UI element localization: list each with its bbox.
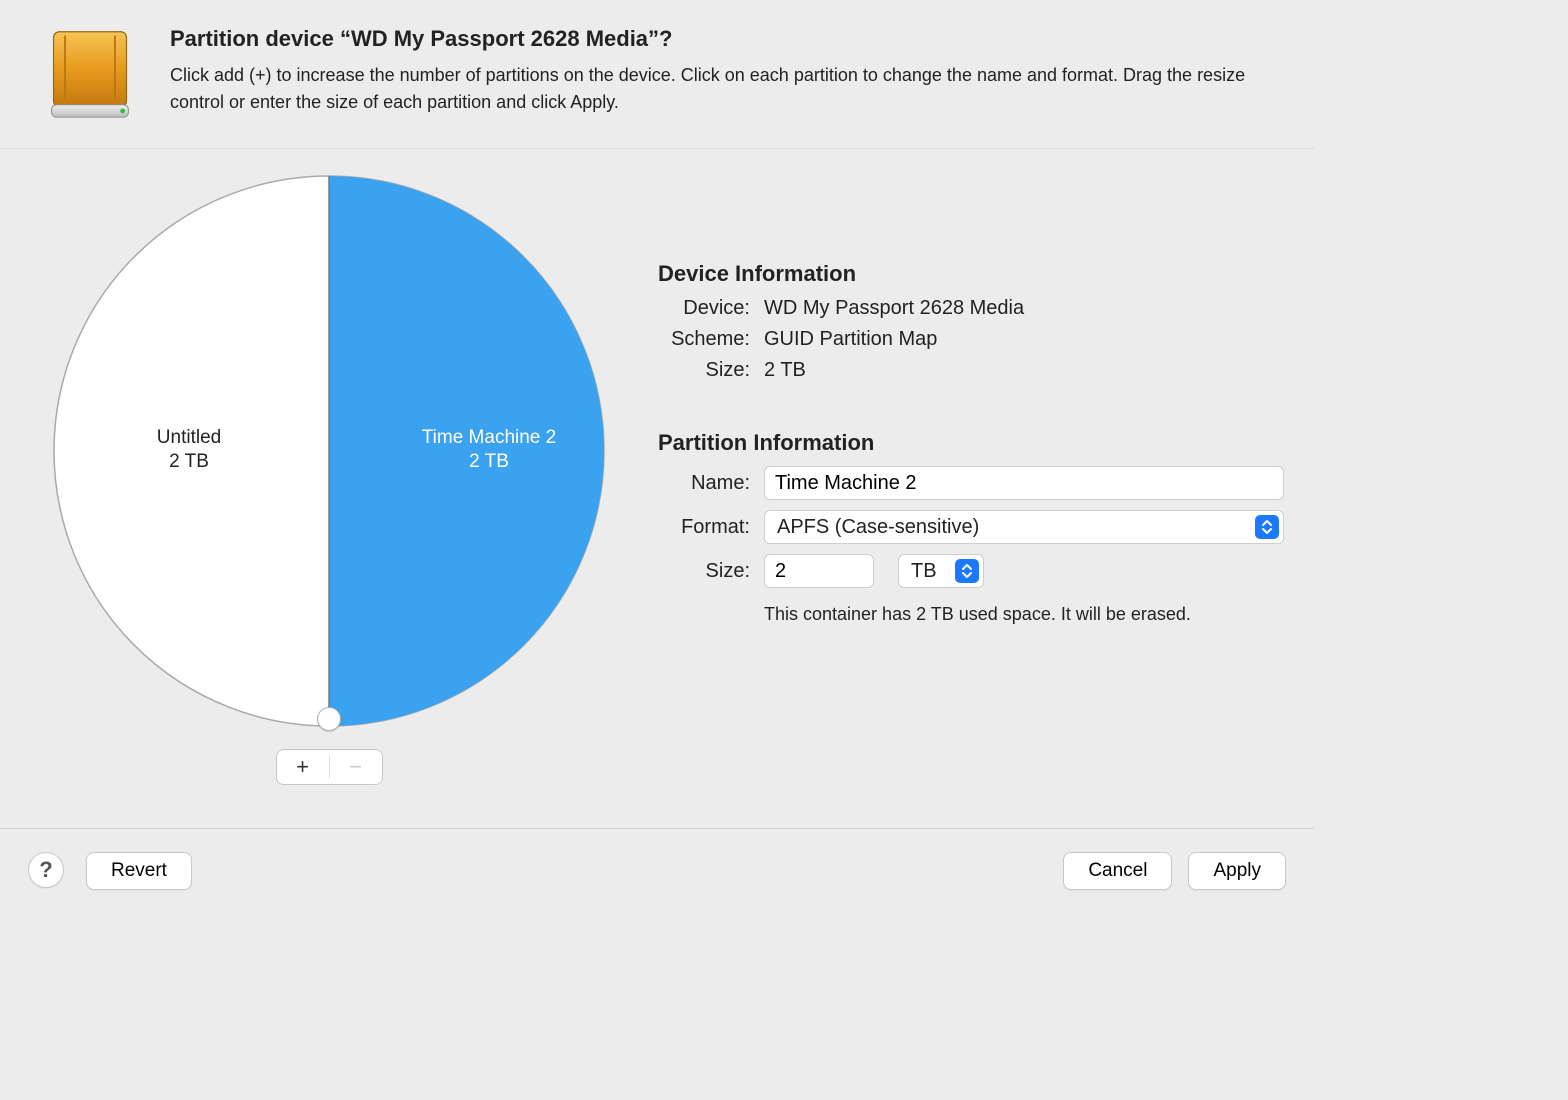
size-unit-value: TB bbox=[911, 560, 937, 583]
dialog-footer: ? Revert Cancel Apply bbox=[0, 828, 1314, 912]
psize-label: Size: bbox=[658, 560, 750, 583]
dialog-header: Partition device “WD My Passport 2628 Me… bbox=[0, 0, 1314, 149]
scheme-value: GUID Partition Map bbox=[764, 328, 937, 351]
partition-name-input[interactable] bbox=[764, 466, 1284, 500]
device-label: Device: bbox=[658, 297, 750, 320]
device-info-heading: Device Information bbox=[658, 261, 1284, 287]
revert-button[interactable]: Revert bbox=[86, 852, 192, 890]
help-button[interactable]: ? bbox=[28, 852, 64, 888]
partition-size-unit-select[interactable]: TB bbox=[898, 554, 984, 588]
partition-format-select[interactable]: APFS (Case-sensitive) bbox=[764, 510, 1284, 544]
chevron-updown-icon bbox=[1255, 515, 1279, 539]
size-label: Size: bbox=[658, 359, 750, 382]
partition-resize-handle[interactable] bbox=[317, 707, 341, 731]
partition-pie-chart[interactable] bbox=[49, 171, 609, 731]
partition-info-heading: Partition Information bbox=[658, 430, 1284, 456]
drive-icon bbox=[40, 26, 140, 126]
size-value: 2 TB bbox=[764, 359, 806, 382]
dialog-description: Click add (+) to increase the number of … bbox=[170, 62, 1282, 116]
format-label: Format: bbox=[658, 516, 750, 539]
minus-icon: − bbox=[349, 754, 362, 780]
chevron-updown-icon bbox=[955, 559, 979, 583]
partition-pie-area: Untitled 2 TB Time Machine 2 2 TB + − bbox=[30, 171, 628, 785]
name-label: Name: bbox=[658, 472, 750, 495]
dialog-title: Partition device “WD My Passport 2628 Me… bbox=[170, 26, 1282, 52]
partition-note: This container has 2 TB used space. It w… bbox=[764, 604, 1284, 625]
remove-partition-button: − bbox=[330, 750, 382, 784]
partition-size-input[interactable] bbox=[764, 554, 874, 588]
cancel-button[interactable]: Cancel bbox=[1063, 852, 1172, 890]
format-value: APFS (Case-sensitive) bbox=[777, 516, 979, 539]
add-remove-group: + − bbox=[276, 749, 383, 785]
apply-button[interactable]: Apply bbox=[1188, 852, 1286, 890]
plus-icon: + bbox=[296, 754, 309, 780]
add-partition-button[interactable]: + bbox=[277, 750, 329, 784]
device-value: WD My Passport 2628 Media bbox=[764, 297, 1024, 320]
scheme-label: Scheme: bbox=[658, 328, 750, 351]
